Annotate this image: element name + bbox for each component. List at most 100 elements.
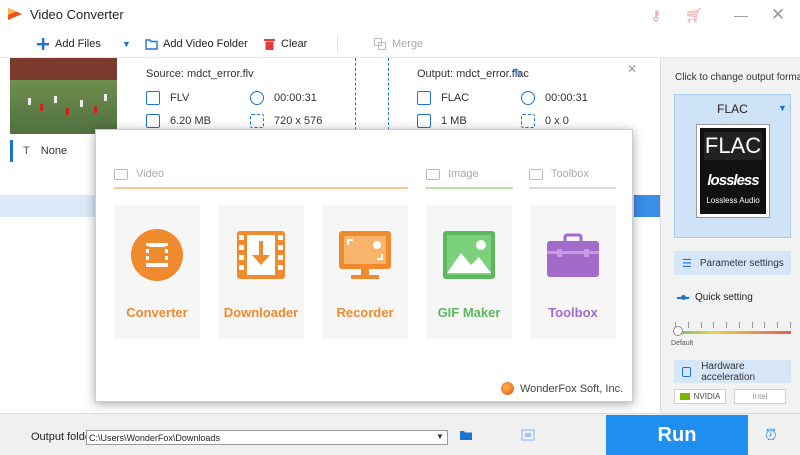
slider-default-label: Default [671, 340, 694, 347]
close-window-button[interactable]: ✕ [767, 5, 789, 25]
output-location-icon[interactable] [521, 429, 535, 441]
output-folder-input[interactable] [86, 430, 448, 445]
image-underline [426, 187, 513, 189]
converter-icon [131, 229, 183, 281]
flac-logo: FLAC lossless Lossless Audio [696, 124, 770, 218]
source-duration: 00:00:31 [250, 91, 317, 105]
source-format: FLV [146, 91, 189, 105]
brand-footer: WonderFox Soft, Inc. [501, 382, 623, 395]
output-format: FLAC [417, 91, 469, 105]
video-underline [114, 187, 408, 189]
folder-size-icon [146, 114, 160, 128]
minimize-button[interactable]: — [730, 5, 752, 25]
selected-row-accent [634, 195, 660, 217]
open-folder-icon[interactable] [459, 429, 473, 441]
merge-button[interactable]: Merge [373, 36, 423, 52]
wonderfox-logo-icon [501, 382, 514, 395]
converter-tile[interactable]: Converter [114, 205, 200, 339]
output-folder-dropdown[interactable]: ▼ [436, 432, 444, 441]
register-key-icon[interactable]: ⚷ [645, 5, 667, 25]
cart-icon[interactable]: 🛒︎ [683, 5, 705, 25]
text-icon: T [23, 145, 30, 157]
converter-label: Converter [126, 305, 188, 320]
image-icon [426, 168, 440, 180]
quick-setting-icon [677, 294, 689, 300]
source-resolution: 720 x 576 [250, 114, 322, 128]
subtitle-value: None [40, 145, 68, 157]
bottom-bar: Output folder: ▼ Run ⏰︎ [0, 413, 800, 455]
toolbox-category-icon [529, 168, 543, 180]
title-bar: Video Converter ⚷ 🛒︎ — ✕ [0, 0, 800, 30]
clear-button[interactable]: Clear [262, 36, 307, 52]
downloader-tile[interactable]: Downloader [218, 205, 304, 339]
gif-maker-tile[interactable]: GIF Maker [426, 205, 512, 339]
output-size: 1 MB [417, 114, 467, 128]
gif-maker-label: GIF Maker [437, 305, 501, 320]
remove-file-icon[interactable]: ✕ [627, 62, 637, 76]
clear-label: Clear [281, 38, 308, 50]
recorder-label: Recorder [336, 305, 394, 320]
divider-dashed [355, 58, 356, 135]
output-format-selector[interactable]: FLAC ▼ FLAC lossless Lossless Audio [674, 94, 791, 238]
recorder-tile[interactable]: Recorder [322, 205, 408, 339]
folder-icon [144, 37, 158, 51]
nvidia-option[interactable]: NVIDIA [674, 389, 726, 404]
edit-output-name-icon[interactable]: ✎ [513, 66, 523, 80]
nvidia-logo-icon [679, 393, 690, 400]
toolbox-label: Toolbox [548, 305, 598, 320]
quality-slider-track[interactable] [675, 331, 791, 334]
downloader-icon [237, 231, 285, 279]
format-name: FLAC [717, 102, 748, 116]
file-format-icon [417, 91, 431, 105]
add-video-folder-label: Add Video Folder [163, 38, 248, 50]
subtitle-select[interactable]: T None [10, 140, 100, 162]
folder-size-icon [417, 114, 431, 128]
window-title: Video Converter [30, 7, 124, 22]
toolbox-icon [547, 233, 599, 277]
add-files-label: Add Files [55, 38, 101, 50]
file-format-icon [146, 91, 160, 105]
output-resolution: 0 x 0 [521, 114, 569, 128]
app-logo-icon [8, 8, 22, 20]
caret-down-icon: ▼ [122, 39, 131, 49]
video-icon [114, 168, 128, 180]
source-size: 6.20 MB [146, 114, 211, 128]
hardware-acceleration-button[interactable]: Hardware acceleration [674, 360, 791, 383]
output-format-title: Click to change output format: [675, 72, 800, 83]
source-filename: Source: mdct_error.flv [146, 68, 254, 80]
add-files-dropdown[interactable]: ▼ [122, 36, 131, 52]
caret-down-icon: ▼ [778, 103, 787, 113]
category-toolbox: Toolbox [529, 168, 589, 180]
category-video: Video [114, 168, 164, 180]
alarm-clock-icon[interactable]: ⏰︎ [765, 427, 783, 445]
output-format-panel: Click to change output format: FLAC ▼ FL… [660, 58, 800, 413]
quality-slider-ticks [675, 322, 791, 330]
recorder-icon [339, 231, 391, 279]
toolbar: Add Files ▼ Add Video Folder Clear Merge [0, 30, 800, 58]
intel-option[interactable]: Intel [734, 389, 786, 404]
sliders-icon: ☰ [682, 257, 692, 270]
category-image: Image [426, 168, 479, 180]
output-duration: 00:00:31 [521, 91, 588, 105]
resolution-icon [250, 114, 264, 128]
toolbox-tile[interactable]: Toolbox [530, 205, 616, 339]
add-files-button[interactable]: Add Files [36, 36, 101, 52]
merge-icon [373, 37, 387, 51]
clock-icon [250, 91, 264, 105]
run-button[interactable]: Run [606, 415, 748, 455]
file-item[interactable]: Source: mdct_error.flv FLV 00:00:31 6.20… [0, 58, 660, 135]
gif-maker-icon [443, 231, 495, 279]
chip-icon [682, 366, 692, 377]
resolution-icon [521, 114, 535, 128]
toolbox-underline [529, 187, 616, 189]
quick-setting-label: Quick setting [677, 292, 753, 303]
divider-dashed [388, 58, 389, 135]
quality-slider-handle[interactable] [673, 326, 683, 336]
plus-icon [36, 37, 50, 51]
launcher-popup: Video Image Toolbox Converter Downloader… [95, 129, 633, 402]
parameter-settings-button[interactable]: ☰ Parameter settings [674, 251, 791, 275]
video-thumbnail[interactable] [10, 58, 117, 134]
add-video-folder-button[interactable]: Add Video Folder [144, 36, 248, 52]
downloader-label: Downloader [223, 305, 299, 320]
clock-icon [521, 91, 535, 105]
